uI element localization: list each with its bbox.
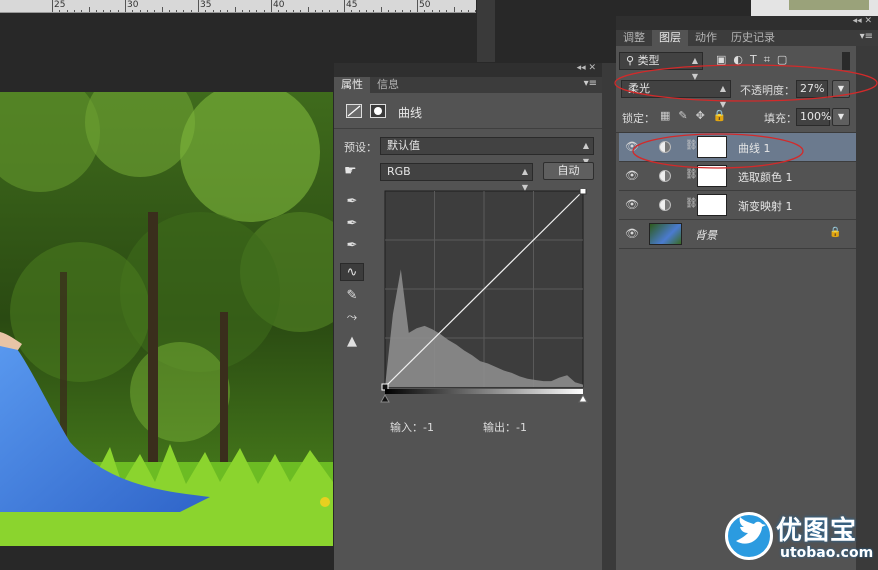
watermark-brand: 优图宝 xyxy=(776,516,858,546)
watermark-url: utobao.com xyxy=(780,545,874,561)
annotation-ellipse-blend xyxy=(614,64,878,102)
annotation-overlay xyxy=(614,64,878,169)
bird-logo-icon xyxy=(725,512,773,560)
annotation-ellipse-layer xyxy=(632,133,804,169)
